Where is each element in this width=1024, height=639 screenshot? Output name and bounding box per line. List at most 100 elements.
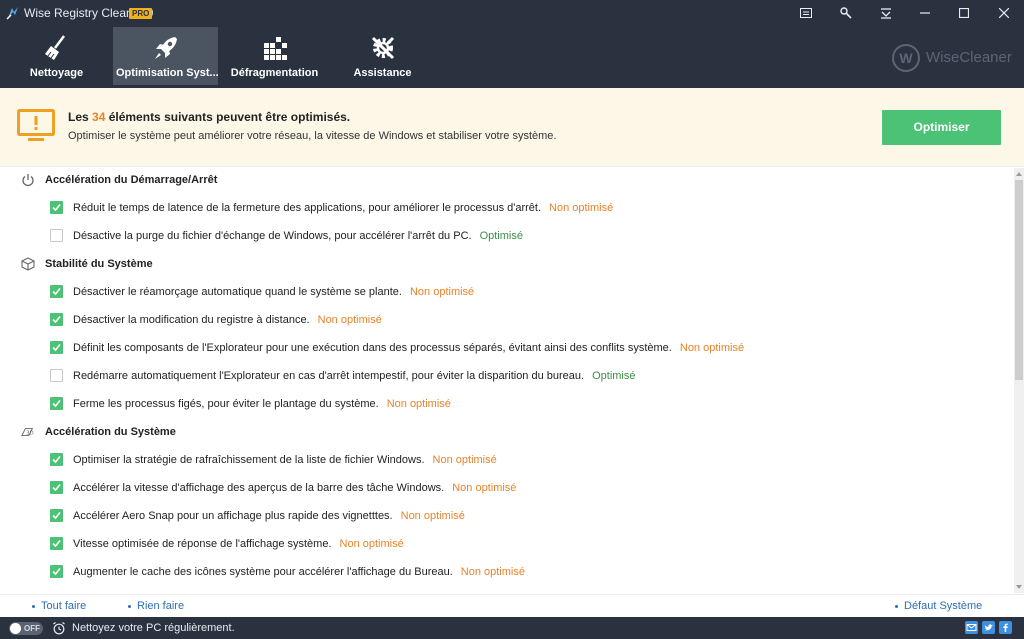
list-item: Redémarre automatiquement l'Explorateur … — [0, 364, 1010, 388]
status-not-optimized: Non optimisé — [317, 314, 382, 326]
select-none-link[interactable]: Rien faire — [128, 600, 184, 612]
item-text: Désactive la purge du fichier d'échange … — [73, 230, 523, 242]
section-header: 3D Accélération du Système — [0, 420, 1010, 444]
minimize-button[interactable] — [907, 2, 943, 24]
status-not-optimized: Non optimisé — [679, 342, 745, 354]
section-title: Accélération du Système — [45, 426, 176, 438]
item-checkbox[interactable] — [50, 369, 63, 382]
brand-name: WiseCleaner — [926, 49, 1012, 66]
list-item: Ferme les processus figés, pour éviter l… — [0, 392, 1010, 416]
banner-headline: Les 34 éléments suivants peuvent être op… — [68, 110, 351, 124]
item-text: Désactiver la modification du registre à… — [73, 314, 382, 326]
optimization-list: Accélération du Démarrage/Arrêt Réduit l… — [0, 168, 1014, 593]
message-icon — [800, 7, 812, 18]
item-checkbox[interactable] — [50, 313, 63, 326]
item-text: Accélérer Aero Snap pour un affichage pl… — [73, 510, 465, 522]
status-not-optimized: Non optimisé — [452, 482, 517, 494]
tab-assistance[interactable]: Assistance — [330, 27, 435, 85]
item-checkbox[interactable] — [50, 229, 63, 242]
section-header: Stabilité du Système — [0, 252, 1010, 276]
section-title: Stabilité du Système — [45, 258, 153, 270]
selection-links: Tout faire Rien faire Défaut Système — [0, 594, 1024, 616]
power-icon — [22, 174, 34, 187]
list-item: Définit les composants de l'Explorateur … — [0, 336, 1010, 360]
system-default-link[interactable]: Défaut Système — [895, 600, 982, 612]
tools-gear-icon — [371, 36, 394, 60]
toggle-label: OFF — [24, 624, 40, 633]
toggle-knob — [10, 623, 21, 634]
twitter-icon[interactable] — [982, 621, 995, 634]
status-not-optimized: Non optimisé — [339, 538, 404, 550]
item-text: Ferme les processus figés, pour éviter l… — [73, 398, 451, 410]
status-not-optimized: Non optimisé — [432, 454, 497, 466]
settings-button[interactable] — [828, 2, 864, 24]
wisecleaner-logo[interactable]: W WiseCleaner — [892, 44, 1012, 72]
top-bar: Wise Registry Cleaner 9 PRO Nettoyage Op… — [0, 0, 1024, 88]
list-item: Réduit le temps de latence de la fermetu… — [0, 196, 1010, 220]
item-text: Réduit le temps de latence de la fermetu… — [73, 202, 614, 214]
tab-defragmentation[interactable]: Défragmentation — [222, 27, 327, 85]
speed-3d-icon: 3D — [21, 428, 34, 437]
list-item: Accélérer la vitesse d'affichage des ape… — [0, 476, 1010, 500]
status-optimized: Optimisé — [479, 230, 523, 242]
list-item: Optimiser la stratégie de rafraîchisseme… — [0, 448, 1010, 472]
email-icon[interactable] — [965, 621, 978, 634]
list-item: Désactiver le réamorçage automatique qua… — [0, 280, 1010, 304]
tab-optimisation-systeme[interactable]: Optimisation Syst... — [113, 27, 218, 85]
status-not-optimized: Non optimisé — [409, 286, 475, 298]
select-all-link[interactable]: Tout faire — [32, 600, 86, 612]
item-checkbox[interactable] — [50, 397, 63, 410]
maximize-button[interactable] — [946, 2, 982, 24]
status-message: Nettoyez votre PC régulièrement. — [72, 622, 235, 634]
item-checkbox[interactable] — [50, 537, 63, 550]
scroll-thumb[interactable] — [1015, 180, 1023, 380]
optimize-button[interactable]: Optimiser — [882, 110, 1001, 145]
item-text: Définit les composants de l'Explorateur … — [73, 342, 745, 354]
item-text: Accélérer la vitesse d'affichage des ape… — [73, 482, 517, 494]
pro-badge: PRO — [129, 8, 153, 19]
item-text: Désactiver le réamorçage automatique qua… — [73, 286, 475, 298]
defrag-blocks-icon — [263, 37, 287, 60]
facebook-icon[interactable] — [999, 621, 1012, 634]
auto-clean-toggle[interactable]: OFF — [9, 622, 43, 635]
item-checkbox[interactable] — [50, 453, 63, 466]
brand-mark: W — [892, 44, 920, 72]
title-bar: Wise Registry Cleaner 9 PRO — [0, 0, 1024, 26]
item-checkbox[interactable] — [50, 509, 63, 522]
list-item: Désactive la purge du fichier d'échange … — [0, 224, 1010, 248]
list-item: Accélérer Aero Snap pour un affichage pl… — [0, 504, 1010, 528]
rocket-icon — [154, 37, 177, 59]
banner-subtext: Optimiser le système peut améliorer votr… — [68, 130, 557, 142]
status-not-optimized: Non optimisé — [386, 398, 451, 410]
tab-label: Défragmentation — [230, 67, 319, 79]
minimize-icon — [920, 12, 930, 14]
item-text: Vitesse optimisée de réponse de l'affich… — [73, 538, 404, 550]
list-item: Vitesse optimisée de réponse de l'affich… — [0, 532, 1010, 556]
status-optimized: Optimisé — [592, 370, 636, 382]
maximize-icon — [959, 8, 969, 18]
tab-label: Nettoyage — [29, 67, 84, 79]
alarm-clock-icon — [53, 622, 65, 635]
menu-icon — [881, 7, 891, 19]
item-text: Augmenter le cache des icônes système po… — [73, 566, 525, 578]
section-title: Accélération du Démarrage/Arrêt — [45, 174, 218, 186]
monitor-warning-icon — [17, 109, 55, 141]
close-button[interactable] — [986, 2, 1022, 24]
item-checkbox[interactable] — [50, 565, 63, 578]
item-checkbox[interactable] — [50, 285, 63, 298]
status-not-optimized: Non optimisé — [460, 566, 525, 578]
tab-label: Assistance — [353, 67, 412, 79]
scroll-down-icon[interactable] — [1015, 583, 1023, 591]
tab-nettoyage[interactable]: Nettoyage — [4, 27, 109, 85]
tab-label: Optimisation Syst... — [116, 67, 218, 79]
list-scrollbar[interactable] — [1014, 168, 1024, 593]
item-checkbox[interactable] — [50, 341, 63, 354]
item-checkbox[interactable] — [50, 201, 63, 214]
svg-text:3D: 3D — [26, 431, 33, 437]
item-checkbox[interactable] — [50, 481, 63, 494]
skin-menu-button[interactable] — [868, 2, 904, 24]
item-text: Optimiser la stratégie de rafraîchisseme… — [73, 454, 497, 466]
section-header: Accélération du Démarrage/Arrêt — [0, 168, 1010, 192]
scroll-up-icon[interactable] — [1015, 170, 1023, 178]
messages-button[interactable] — [788, 2, 824, 24]
